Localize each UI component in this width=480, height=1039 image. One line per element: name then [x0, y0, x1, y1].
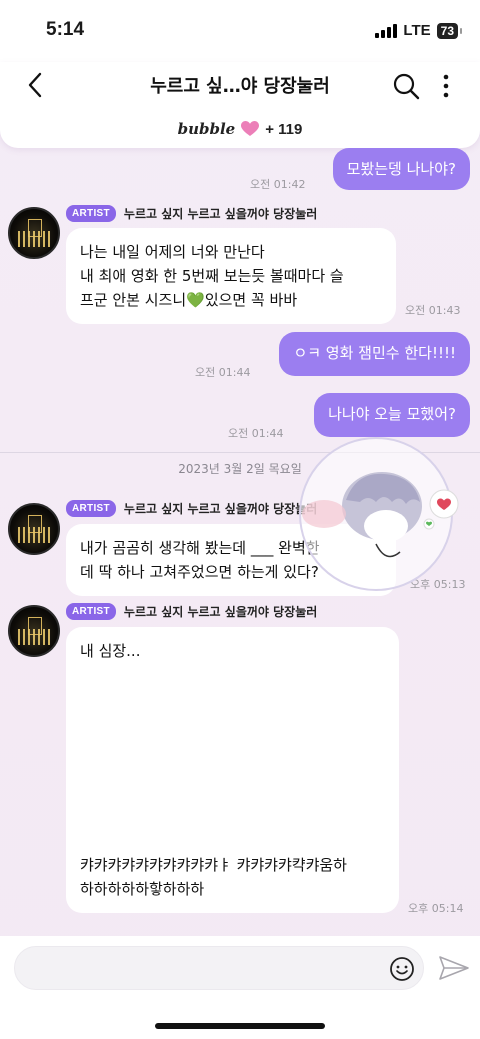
- message-line: 나는 내일 어제의 너와 만난다: [80, 243, 265, 261]
- chat-header: 누르고 싶…야 당장눌러 bubble + 119: [0, 62, 480, 148]
- status-bar: 5:14 LTE 73: [0, 0, 480, 62]
- status-time: 5:14: [46, 19, 85, 40]
- message-input[interactable]: [15, 947, 375, 989]
- message-input-box[interactable]: [14, 946, 424, 990]
- home-indicator[interactable]: [155, 1023, 325, 1029]
- my-message[interactable]: 나나야 오늘 모했어?: [314, 393, 470, 437]
- more-icon[interactable]: [436, 72, 456, 100]
- artist-badge: ARTIST: [66, 205, 116, 222]
- artist-badge: ARTIST: [66, 603, 116, 620]
- bubble-count: + 119: [265, 120, 303, 138]
- artist-avatar[interactable]: [8, 503, 60, 555]
- artist-name: 누르고 싶지 누르고 싶을꺼야 당장눌러: [123, 605, 318, 619]
- message-line: 캬캬캬캬캬캬캬캬캬캬ㅑ 캬캬캬캬캭캬움하: [80, 856, 347, 874]
- message-time: 오전 01:44: [195, 366, 251, 379]
- message-time: 오전 01:43: [405, 304, 461, 317]
- artist-header: ARTIST 누르고 싶지 누르고 싶을꺼야 당장눌러: [66, 205, 317, 222]
- artist-header: ARTIST 누르고 싶지 누르고 싶을꺼야 당장눌러: [66, 603, 317, 620]
- message-time: 오전 01:44: [228, 427, 284, 440]
- artist-avatar[interactable]: [8, 605, 60, 657]
- artist-header: ARTIST 누르고 싶지 누르고 싶을꺼야 당장눌러: [66, 500, 317, 517]
- message-line: 내 최애 영화 한 5번째 보는듯 볼때마다 슬: [80, 267, 344, 285]
- emoji-icon[interactable]: [389, 956, 415, 982]
- artist-avatar[interactable]: [8, 207, 60, 259]
- artist-name: 누르고 싶지 누르고 싶을꺼야 당장눌러: [123, 207, 318, 221]
- bubble-subscription[interactable]: bubble + 119: [0, 120, 480, 138]
- send-icon[interactable]: [438, 953, 470, 983]
- message-line: 내 심장...: [80, 642, 141, 660]
- search-icon[interactable]: [392, 72, 420, 100]
- message-time: 오후 05:14: [408, 902, 464, 915]
- artist-badge: ARTIST: [66, 500, 116, 517]
- status-indicators: LTE 73: [375, 22, 463, 39]
- signal-icon: [375, 23, 398, 38]
- network-label: LTE: [403, 22, 431, 39]
- my-message[interactable]: 모봤는뎅 나나야?: [332, 148, 470, 190]
- bubble-logo: bubble: [177, 120, 236, 138]
- heart-icon: [241, 121, 260, 136]
- artist-name: 누르고 싶지 누르고 싶을꺼야 당장눌러: [123, 502, 318, 516]
- message-line: 프군 안본 시즈니💚있으면 꼭 바바: [80, 291, 298, 309]
- my-message[interactable]: ㅇㅋ 영화 잼민수 한다!!!!: [279, 332, 470, 376]
- battery-icon: 73: [436, 22, 463, 39]
- chat-title: 누르고 싶…야 당장눌러: [150, 76, 330, 97]
- character-sticker: [299, 437, 459, 591]
- message-time: 오전 01:42: [250, 178, 306, 191]
- artist-message[interactable]: 나는 내일 어제의 너와 만난다 내 최애 영화 한 5번째 보는듯 볼때마다 …: [66, 228, 396, 324]
- message-line: 하하하하하핳하하하: [80, 880, 205, 898]
- composer: [0, 936, 480, 1039]
- artist-message[interactable]: 내 심장... 캬캬캬캬캬캬캬캬캬캬ㅑ 캬캬캬캬캭캬움하 하하하하하핳하하하: [66, 627, 399, 913]
- back-icon[interactable]: [22, 70, 52, 100]
